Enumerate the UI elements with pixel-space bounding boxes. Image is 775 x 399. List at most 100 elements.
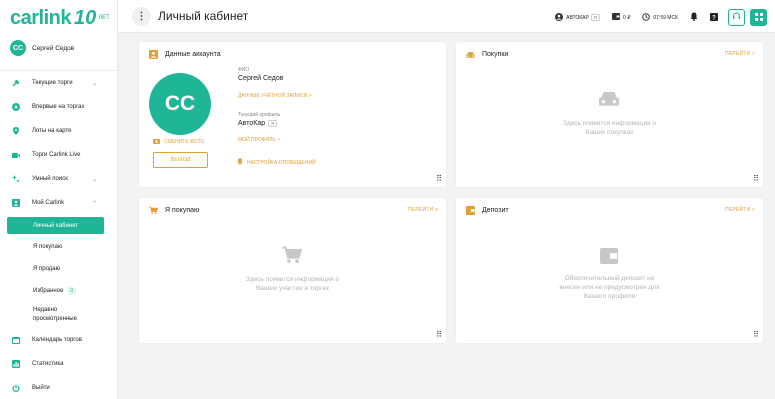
sidebar-item-smart-search[interactable]: Умный поиск ⌄ [0, 167, 117, 191]
profile-badge: Я [268, 120, 278, 127]
profile-value: АвтоКар [238, 120, 266, 127]
account-data-link[interactable]: ДАННЫЕ УЧЁТНОЙ ЗАПИСИ > [238, 93, 311, 99]
drag-handle-icon[interactable]: ⠿ [753, 175, 759, 183]
card-title: Данные аккаунта [165, 51, 221, 58]
cart-icon [149, 206, 158, 215]
sidebar-subitem-selling[interactable]: Я продаю [0, 258, 117, 280]
sidebar-item-map[interactable]: Лоты на карте [0, 119, 117, 143]
video-icon [12, 151, 20, 159]
sidebar-subitem-recent[interactable]: Недавно просмотренные [0, 302, 95, 328]
profile-badge: Я [590, 14, 601, 21]
deposit-card: Депозит ПЕРЕЙТИ > Обеспечительный депози… [456, 198, 763, 343]
logo-number: 10 [73, 6, 97, 29]
account-icon [149, 50, 158, 59]
power-icon [12, 384, 20, 392]
drag-handle-icon[interactable]: ⠿ [436, 331, 442, 339]
clock-icon [642, 12, 651, 23]
sidebar-subitem-cabinet[interactable]: Личный кабинет [7, 217, 104, 234]
cart-icon [282, 246, 303, 270]
sidebar-item-label: Текущие торги [32, 80, 73, 86]
logo-years: ЛЕТ [98, 15, 110, 21]
svg-text:?: ? [712, 15, 716, 21]
sidebar-item-label: Выйти [32, 385, 50, 391]
card-title: Покупки [482, 51, 509, 58]
user-circle-icon [555, 12, 564, 23]
header-actions: АВТОКАР Я 0 ₽ 07:59 МСК ? [543, 9, 767, 26]
profile-value-row: АвтоКар Я [238, 120, 278, 127]
apps-grid-button[interactable] [750, 9, 767, 26]
empty-line: Вашего профиля [583, 293, 636, 300]
profile-label: Текущий профиль [238, 112, 281, 118]
go-link[interactable]: ПЕРЕЙТИ > [725, 207, 755, 213]
bell-icon [237, 158, 243, 167]
go-link[interactable]: ПЕРЕЙТИ > [408, 207, 438, 213]
stats-icon [12, 360, 20, 368]
drag-handle-icon[interactable]: ⠿ [436, 175, 442, 183]
sidebar-subitem-buying[interactable]: Я покупаю [0, 236, 117, 258]
sidebar-item-current-auctions[interactable]: Текущие торги ⌄ [0, 71, 117, 95]
card-header: Депозит [466, 206, 509, 215]
menu-kebab-button[interactable]: ⋮ [132, 7, 151, 26]
card-title: Депозит [482, 207, 509, 214]
sidebar-item-live[interactable]: Торги Carlink Live [0, 143, 117, 167]
sidebar-item-label: Статистика [32, 361, 64, 367]
drag-handle-icon[interactable]: ⠿ [753, 331, 759, 339]
gavel-icon [12, 79, 20, 87]
wallet-icon [612, 13, 621, 22]
sidebar-item-calendar[interactable]: Календарь торгов [0, 328, 117, 352]
sidebar-item-first-time[interactable]: Впервые на торгах [0, 95, 117, 119]
help-icon[interactable]: ? [710, 12, 718, 23]
wallet-icon [466, 206, 475, 215]
headset-icon [732, 12, 741, 23]
star-icon [12, 103, 20, 111]
avatar: СС [10, 40, 26, 56]
logo[interactable]: carlink 10 ЛЕТ [10, 6, 110, 30]
chevron-up-icon: ⌃ [91, 200, 97, 207]
purchases-card: Покупки ПЕРЕЙТИ > Здесь появится информа… [456, 42, 763, 187]
profile-name: АВТОКАР [566, 14, 589, 21]
empty-line: Здесь появится информация о [562, 120, 657, 127]
bell-icon[interactable] [690, 12, 698, 23]
car-icon [598, 90, 620, 114]
sparkle-icon [12, 175, 20, 183]
sidebar-user[interactable]: СС Сергей Седов [10, 40, 74, 56]
empty-state-text: Обеспечительный депозит не внесен или не… [456, 274, 763, 301]
sidebar-subitem-favorites[interactable]: Избранное 0 [0, 280, 117, 302]
account-card: Данные аккаунта СС СМЕНИТЬ ФОТО ВЫХОД ФИ… [139, 42, 446, 187]
sidebar-item-label: Календарь торгов [32, 337, 82, 343]
card-header: Данные аккаунта [149, 50, 221, 59]
sidebar-item-label: Умный поиск [32, 176, 68, 182]
change-photo-label: СМЕНИТЬ ФОТО [164, 139, 205, 145]
logout-button[interactable]: ВЫХОД [153, 152, 208, 168]
server-time: 07:59 МСК [642, 12, 678, 23]
map-pin-icon [12, 127, 20, 135]
chevron-down-icon: ⌄ [91, 176, 97, 183]
my-profile-link[interactable]: МОЙ ПРОФИЛЬ > [238, 137, 280, 143]
profile-switcher[interactable]: АВТОКАР Я [555, 12, 601, 23]
favorites-count-badge: 0 [67, 287, 77, 295]
card-header: Покупки [466, 50, 508, 59]
avatar-large: СС [149, 73, 211, 135]
change-photo-link[interactable]: СМЕНИТЬ ФОТО [153, 138, 204, 146]
page-title: Личный кабинет [158, 9, 249, 23]
card-header: Я покупаю [149, 206, 199, 215]
camera-icon [153, 138, 160, 146]
logo-text: carlink [10, 6, 71, 29]
user-name: Сергей Седов [32, 44, 75, 52]
car-icon [466, 50, 475, 59]
notification-settings-link[interactable]: НАСТРОЙКА ОПОВЕЩЕНИЙ [237, 158, 316, 167]
wallet-balance[interactable]: 0 ₽ [612, 13, 630, 22]
fio-value: Сергей Седов [238, 75, 284, 82]
support-button[interactable] [728, 9, 745, 26]
balance-value: 0 ₽ [623, 14, 631, 21]
empty-line: Здесь появится информация о [245, 276, 340, 283]
sidebar-item-logout[interactable]: Выйти [0, 376, 117, 399]
buying-card: Я покупаю ПЕРЕЙТИ > Здесь появится инфор… [139, 198, 446, 343]
empty-state-text: Здесь появится информация о Вашем участи… [139, 275, 446, 293]
go-link[interactable]: ПЕРЕЙТИ > [725, 51, 755, 57]
sidebar-item-my-carlink[interactable]: Мой Carlink ⌃ [0, 191, 117, 215]
calendar-icon [12, 336, 20, 344]
card-title: Я покупаю [165, 207, 200, 214]
sidebar-item-stats[interactable]: Статистика [0, 352, 117, 376]
empty-line: Обеспечительный депозит не [564, 275, 655, 282]
